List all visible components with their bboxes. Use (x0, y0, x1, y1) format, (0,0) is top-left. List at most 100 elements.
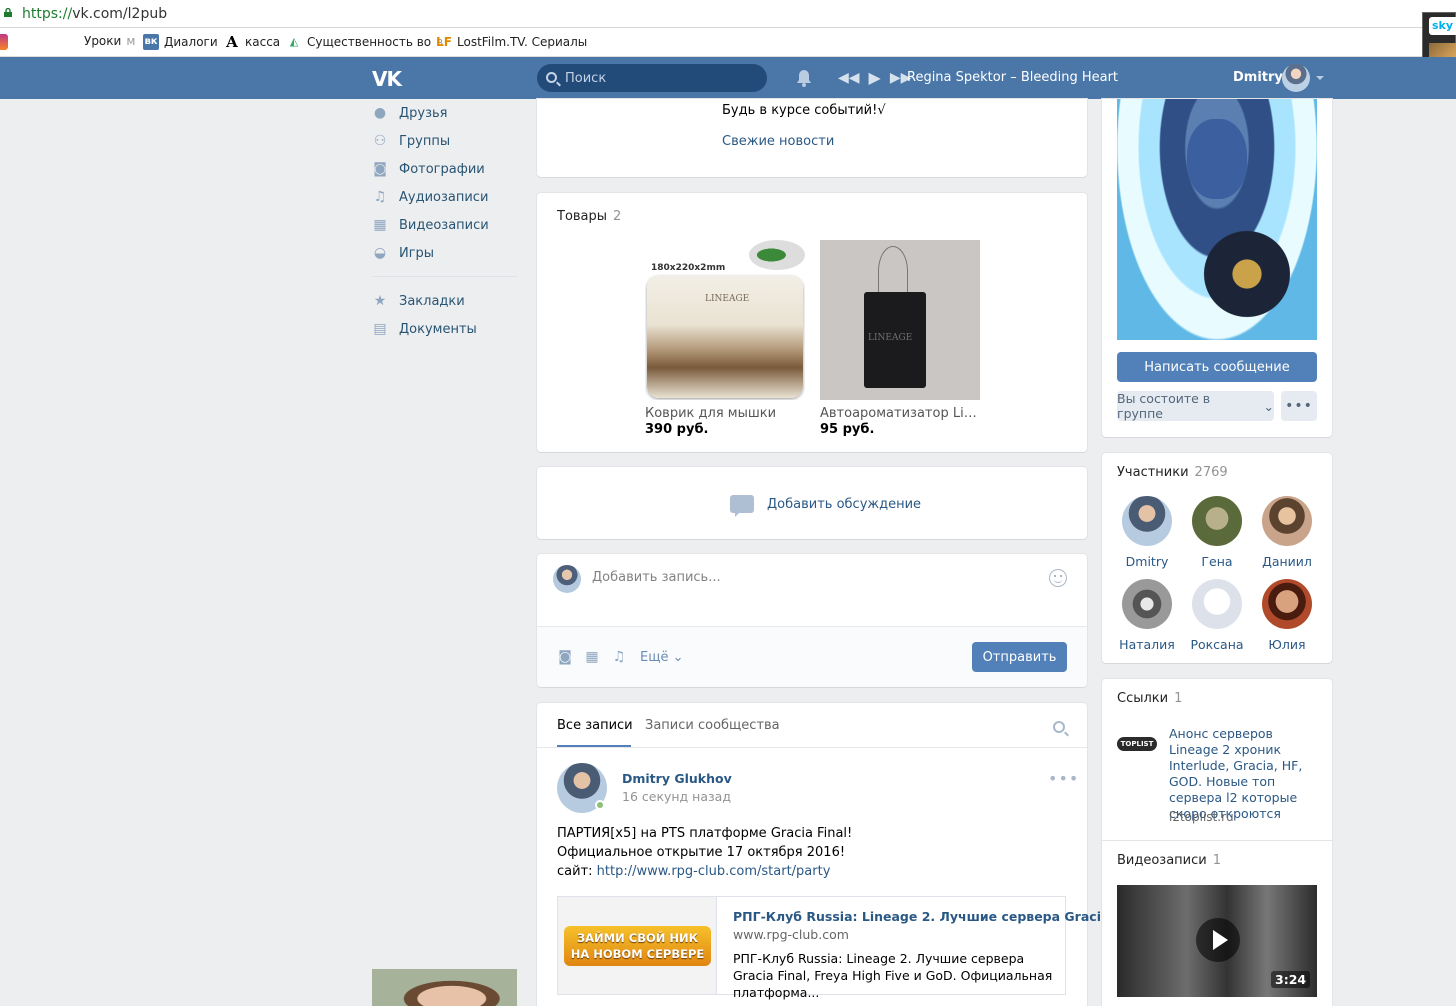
now-playing-track[interactable]: Regina Spektor – Bleeding Heart (907, 70, 1118, 85)
search-box[interactable] (537, 64, 767, 92)
menu-item-bookmarks[interactable]: ★ Закладки (372, 287, 517, 315)
bookmark-substance[interactable]: ◭ Существенность во в (286, 34, 443, 50)
menu-item-friends[interactable]: ● Друзья (372, 99, 517, 127)
url-text[interactable]: https://vk.com/l2pub (22, 6, 167, 22)
left-ad-image[interactable] (372, 969, 517, 1006)
bookmark-kassa[interactable]: Aкасса (224, 34, 280, 50)
shared-link-image: ЗАЙМИ СВОЙ НИК НА НОВОМ СЕРВЕРЕ (558, 897, 717, 994)
member-item[interactable]: Dmitry (1112, 496, 1182, 569)
links-card: Ссылки 1 TOPLIST Анонс серверов Lineage 2… (1102, 679, 1332, 840)
news-link[interactable]: Свежие новости (722, 134, 834, 149)
music-icon: ♫ (373, 189, 387, 205)
menu-item-games[interactable]: ◒ Игры (372, 239, 517, 267)
good-item[interactable]: LINEAGE Автоароматизатор Lineag… 95 руб. (820, 240, 980, 437)
videos-card: Видеозаписи 1 3:24 (1102, 841, 1332, 1006)
member-avatar (1262, 496, 1312, 546)
shared-link-title[interactable]: РПГ-Клуб Russia: Lineage 2. Лучшие серве… (733, 909, 1124, 924)
left-menu: ● Друзья ⚇ Группы ◙ Фотографии ♫ Аудиозаписи… (372, 99, 517, 343)
smile-icon[interactable] (1049, 569, 1067, 587)
video-thumbnail[interactable]: 3:24 (1117, 885, 1317, 997)
good-price: 95 руб. (820, 422, 875, 437)
member-item[interactable]: Роксана (1182, 579, 1252, 652)
search-icon[interactable] (1053, 721, 1065, 733)
more-attach-button[interactable]: Ещё ⌄ (640, 650, 684, 665)
member-item[interactable]: Наталия (1112, 579, 1182, 652)
post-input[interactable]: Добавить запись... (592, 570, 721, 585)
vk-icon: вк (143, 34, 159, 50)
write-message-button[interactable]: Написать сообщение (1117, 352, 1317, 382)
lock-icon (4, 8, 12, 17)
document-icon: ▤ (373, 321, 387, 337)
menu-item-documents[interactable]: ▤ Документы (372, 315, 517, 343)
news-card: Будь в курсе событий!√ Свежие новости (537, 99, 1087, 177)
members-card: Участники 2769 Dmitry Гена Даниил Наталия… (1102, 453, 1332, 663)
letter-a-icon: A (226, 33, 238, 51)
membership-dropdown[interactable]: Вы состоите в группе ⌄ (1117, 391, 1274, 421)
send-button[interactable]: Отправить (972, 642, 1067, 672)
mousepad-image: 180x220x2mm LINEAGE (645, 240, 805, 400)
play-icon[interactable]: ▶ (869, 70, 881, 86)
members-title[interactable]: Участники 2769 (1117, 465, 1228, 480)
member-avatar (1192, 496, 1242, 546)
good-name: Коврик для мышки (645, 406, 777, 421)
search-input[interactable] (565, 64, 760, 92)
user-name[interactable]: Dmitry (1233, 70, 1283, 85)
lf-icon: LF (436, 35, 452, 49)
post-author[interactable]: Dmitry Glukhov (622, 771, 732, 786)
person-icon: ● (373, 105, 387, 121)
search-icon (546, 72, 557, 83)
chevron-down-icon[interactable] (1316, 76, 1324, 80)
air-freshener-image: LINEAGE (820, 240, 980, 400)
member-item[interactable]: Гена (1182, 496, 1252, 569)
author-avatar (553, 565, 581, 593)
menu-item-photos[interactable]: ◙ Фотографии (372, 155, 517, 183)
member-avatar (1192, 579, 1242, 629)
eye-icon: ◭ (289, 35, 299, 48)
address-bar[interactable]: https://vk.com/l2pub (0, 0, 1456, 28)
post-form-toolbar: ◙ ▦ ♫ Ещё ⌄ Отправить (537, 626, 1087, 687)
post-form: Добавить запись... ◙ ▦ ♫ Ещё ⌄ Отправить (537, 554, 1087, 687)
news-text: Будь в курсе событий!√ (722, 103, 886, 118)
bookmark-lostfilm[interactable]: LF LostFilm.TV. Сериалы (436, 34, 587, 50)
post-url[interactable]: http://www.rpg-club.com/start/party (597, 864, 831, 879)
menu-item-groups[interactable]: ⚇ Группы (372, 127, 517, 155)
tab-all-posts[interactable]: Все записи (557, 718, 633, 733)
group-cover-card: Написать сообщение Вы состоите в группе … (1102, 99, 1332, 437)
prev-track-icon[interactable]: ◀◀ (838, 70, 860, 86)
member-item[interactable]: Юлия (1252, 579, 1322, 652)
film-icon[interactable]: ▦ (584, 649, 600, 665)
bell-icon[interactable] (796, 69, 812, 87)
bookmark-lessons[interactable]: Уроки м (84, 34, 135, 48)
more-actions-button[interactable]: ••• (1281, 391, 1317, 421)
link-title[interactable]: Анонс серверов Lineage 2 хроник Interlud… (1169, 726, 1314, 822)
music-icon[interactable]: ♫ (611, 649, 627, 665)
vk-logo[interactable]: VK (372, 67, 402, 91)
add-discussion-button[interactable]: Добавить обсуждение (730, 495, 921, 517)
film-icon: ▦ (373, 217, 387, 233)
online-indicator (595, 800, 605, 810)
group-cover-image[interactable] (1117, 99, 1317, 340)
post-time[interactable]: 16 секунд назад (622, 789, 731, 804)
discussion-card: Добавить обсуждение (537, 467, 1087, 539)
goods-title[interactable]: Товары 2 (557, 209, 621, 224)
links-title[interactable]: Ссылки 1 (1117, 691, 1182, 706)
menu-item-video[interactable]: ▦ Видеозаписи (372, 211, 517, 239)
instagram-icon[interactable] (0, 34, 8, 50)
more-dots-icon[interactable]: ••• (1048, 769, 1079, 788)
play-icon[interactable] (1196, 918, 1240, 962)
tab-community-posts[interactable]: Записи сообщества (645, 718, 780, 733)
toplist-logo[interactable]: TOPLIST (1117, 737, 1157, 751)
videos-title[interactable]: Видеозаписи 1 (1117, 853, 1221, 868)
camera-icon[interactable]: ◙ (557, 649, 573, 665)
camera-icon: ◙ (373, 161, 387, 177)
member-item[interactable]: Даниил (1252, 496, 1322, 569)
menu-divider (372, 276, 517, 277)
good-item[interactable]: 180x220x2mm LINEAGE Коврик для мышки 390… (645, 240, 805, 437)
good-name: Автоароматизатор Lineag… (820, 406, 980, 421)
menu-item-audio[interactable]: ♫ Аудиозаписи (372, 183, 517, 211)
bookmarks-bar: Уроки м вк Диалоги Aкасса ◭ Существенность… (0, 28, 1456, 57)
shared-link[interactable]: ЗАЙМИ СВОЙ НИК НА НОВОМ СЕРВЕРЕ РПГ-Клуб… (557, 896, 1124, 1000)
user-avatar[interactable] (1282, 64, 1310, 92)
wall-card: Все записи Записи сообщества Dmitry Gluk… (537, 703, 1124, 1006)
bookmark-dialogs[interactable]: вк Диалоги (143, 34, 218, 50)
